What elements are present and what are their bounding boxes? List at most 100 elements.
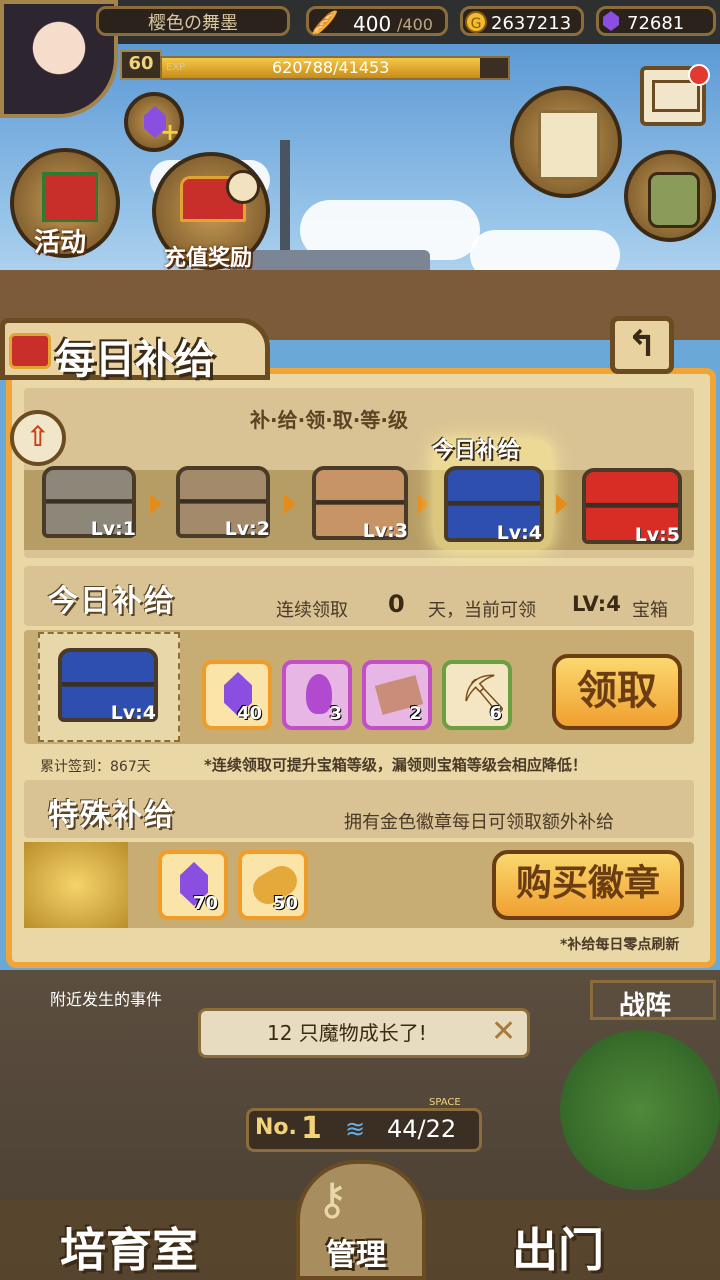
reward-item-pickaxe[interactable]: ⛏ 6: [442, 660, 512, 730]
special-item-bread[interactable]: 50: [238, 850, 308, 920]
exp-label: EXP: [166, 62, 186, 73]
back-button[interactable]: ↰: [610, 316, 674, 374]
panel-title: 每日补给: [55, 337, 215, 383]
add-gems-button[interactable]: +: [124, 92, 184, 152]
special-count: 50: [272, 893, 298, 914]
tier-arrow-icon: [284, 494, 296, 514]
stamina-display[interactable]: 🥖 400 /400: [306, 6, 448, 36]
panel-title-tab: 每日补给: [0, 318, 270, 383]
streak-prefix: 连续领取: [276, 600, 348, 621]
special-item-gems[interactable]: 70: [158, 850, 228, 920]
streak-days: 0: [388, 590, 405, 618]
gem-display[interactable]: 72681: [596, 6, 716, 36]
chest-word: 宝箱: [632, 600, 668, 621]
up-arrow-icon: ⇧: [26, 420, 50, 453]
exp-bar: EXP 620788/41453: [160, 56, 510, 80]
streak-hint: *连续领取可提升宝箱等级，漏领则宝箱等级会相应降低！: [204, 756, 587, 774]
player-level: 60: [120, 50, 162, 80]
treasure-chest-icon: [9, 333, 51, 369]
reward-count: 40: [236, 703, 262, 724]
player-name: 樱色の舞墨: [96, 6, 290, 36]
reward-count: 2: [409, 703, 422, 724]
tier-arrow-icon: [556, 494, 568, 514]
upgrade-info-button[interactable]: ⇧: [10, 410, 66, 466]
event-label: 活动: [34, 228, 87, 258]
exp-text: 620788/41453: [272, 58, 390, 77]
today-title: 今日补给: [48, 584, 176, 619]
space-value: 44/22: [387, 1115, 457, 1143]
recharge-label: 充值奖励: [164, 246, 253, 271]
clock-icon: [226, 170, 260, 204]
gold-badge-art: [24, 842, 128, 928]
gem-value: 72681: [627, 13, 685, 34]
recharge-reward-button[interactable]: 充值奖励: [152, 152, 270, 271]
chest-lv1-label: Lv:1: [90, 518, 136, 540]
stamina-max: /400: [397, 15, 433, 34]
tree-monster: [560, 1030, 720, 1190]
tier-arrow-icon: [418, 494, 430, 514]
space-label: SPACE: [429, 1097, 461, 1108]
nav-go-out[interactable]: 出门: [490, 1210, 690, 1280]
special-desc: 拥有金色徽章每日可领取额外补给: [344, 812, 614, 833]
rank-value: 1: [301, 1111, 322, 1146]
purple-gem-icon: [603, 11, 619, 31]
potion-icon: [306, 674, 332, 714]
quest-scroll-button[interactable]: [510, 86, 622, 198]
reward-item-potion[interactable]: 3: [282, 660, 352, 730]
reward-item-ticket[interactable]: 2: [362, 660, 432, 730]
chest-lv3-label: Lv:3: [362, 520, 408, 542]
nav-manage-label: 管理: [326, 1238, 386, 1273]
special-title: 特殊补给: [48, 798, 176, 833]
chest-lv4-label: Lv:4: [496, 522, 542, 544]
special-count: 70: [192, 893, 218, 914]
gift-box-icon: [42, 172, 98, 222]
rank-label: No.: [255, 1115, 297, 1140]
streak-suffix: 天，当前可领: [428, 600, 536, 621]
today-chest: Lv:4: [58, 648, 158, 724]
plus-icon: +: [160, 118, 181, 146]
return-arrow-icon: ↰: [626, 324, 658, 365]
chest-lv2: Lv:2: [176, 466, 270, 540]
gold-value: 2637213: [491, 13, 572, 34]
nav-go-out-label: 出门: [512, 1223, 604, 1277]
envelope-icon: [652, 80, 700, 112]
growth-notice: 12 只魔物成长了! ✕: [198, 1008, 530, 1058]
chest-lv1: Lv:1: [42, 466, 136, 540]
formation-button[interactable]: 战阵: [590, 980, 716, 1021]
chest-lv5-label: Lv:5: [634, 524, 680, 546]
tier-header: 补·给·领·取·等·级: [250, 408, 408, 432]
nav-nursery-label: 培育室: [60, 1223, 198, 1277]
chest-lv2-label: Lv:2: [224, 518, 270, 540]
close-icon[interactable]: ✕: [491, 1011, 516, 1053]
refresh-note: *补给每日零点刷新: [560, 937, 680, 953]
notification-dot: [688, 64, 710, 86]
bag-button[interactable]: [624, 150, 716, 242]
formation-label: 战阵: [619, 991, 672, 1021]
total-signin: 累计签到：867天: [40, 759, 151, 775]
stamina-value: 400: [353, 12, 392, 36]
mail-button[interactable]: [640, 64, 710, 126]
scroll-icon: [538, 110, 600, 180]
buy-badge-button[interactable]: 购买徽章: [492, 850, 684, 920]
space-icon: ≋: [345, 1115, 366, 1143]
nearby-events: 附近发生的事件: [50, 990, 163, 1009]
bread-icon: 🥖: [311, 11, 339, 36]
chest-lv3: Lv:3: [312, 466, 408, 542]
gold-display[interactable]: G 2637213: [460, 6, 584, 36]
space-bar: No. 1 ≋ SPACE 44/22: [246, 1097, 482, 1152]
nav-nursery[interactable]: 培育室: [40, 1210, 240, 1280]
reward-count: 6: [489, 703, 502, 724]
key-icon: ⚷: [316, 1174, 349, 1225]
event-button[interactable]: 活动: [10, 148, 120, 258]
claim-button[interactable]: 领取: [552, 654, 682, 730]
backpack-icon: [648, 172, 700, 228]
chest-lv5: Lv:5: [582, 468, 682, 546]
reward-count: 3: [329, 703, 342, 724]
reward-item-gems[interactable]: 40: [202, 660, 272, 730]
today-tag: 今日补给: [432, 438, 521, 463]
notice-text: 12 只魔物成长了!: [267, 1021, 427, 1045]
tier-arrow-icon: [150, 494, 162, 514]
nav-manage[interactable]: ⚷ 管理: [296, 1160, 426, 1280]
gold-coin-icon: G: [465, 11, 487, 33]
current-level: LV:4: [572, 592, 621, 616]
